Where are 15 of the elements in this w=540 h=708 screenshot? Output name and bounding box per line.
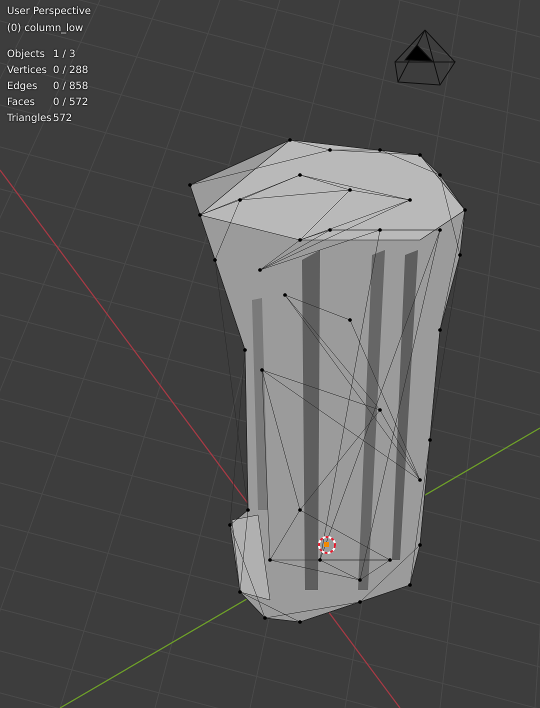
- stat-label: Triangles: [7, 112, 52, 126]
- stat-label: Faces: [7, 96, 36, 110]
- stat-value: 572: [53, 112, 74, 126]
- stat-value: 1 / 3: [53, 48, 76, 62]
- 3d-cursor-icon: [318, 536, 336, 554]
- stat-value: 0 / 288: [53, 64, 90, 78]
- stat-label: Edges: [7, 80, 38, 94]
- stat-label: Objects: [7, 48, 46, 62]
- camera-icon: [394, 30, 456, 86]
- object-name: (0) column_low: [7, 22, 84, 36]
- view-name: User Perspective: [7, 5, 91, 19]
- stat-value: 0 / 572: [53, 96, 90, 110]
- 3d-viewport[interactable]: User Perspective (0) column_low Objects 1 / 3 Vertices 0 / 288 Edges 0 / 858 Faces 0 / 572 Triangles 572: [0, 0, 540, 708]
- stat-value: 0 / 858: [53, 80, 90, 94]
- stat-label: Vertices: [7, 64, 48, 78]
